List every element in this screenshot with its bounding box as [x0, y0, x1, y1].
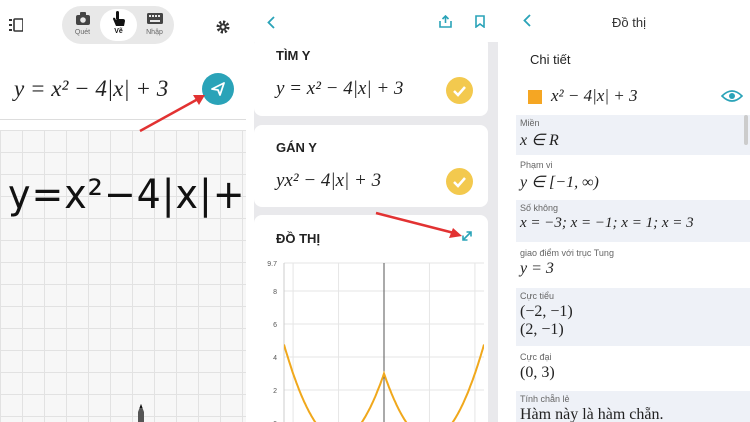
visibility-eye-icon[interactable]	[721, 89, 743, 103]
page-title: Đồ thị	[612, 15, 646, 30]
detail-label: Miền	[520, 118, 540, 128]
detail-row-maximum: Cực đại (0, 3)	[516, 349, 750, 389]
detail-row-parity: Tính chẵn lẻ Hàm này là hàm chẵn.	[516, 391, 750, 422]
handwritten-equation: y=x²−4|x|+3	[8, 172, 246, 218]
series-color-swatch	[528, 90, 542, 104]
details-heading: Chi tiết	[530, 52, 571, 67]
panel-divider	[498, 0, 508, 422]
detail-value: (−2, −1)	[520, 303, 573, 320]
y-tick-label: 8	[273, 289, 277, 296]
detail-value: x = −3; x = −1; x = 1; x = 3	[520, 215, 694, 231]
pen-tool-icon[interactable]	[137, 404, 145, 422]
scrollbar[interactable]	[744, 115, 748, 145]
detail-row-zeros: Số không x = −3; x = −1; x = 1; x = 3	[516, 200, 750, 242]
red-annotation-arrow	[139, 95, 205, 133]
detail-label: Phạm vi	[520, 160, 553, 170]
panel-divider	[246, 0, 254, 422]
detail-value: x ∈ R	[520, 132, 559, 149]
detail-value: y ∈ [−1, ∞)	[520, 174, 599, 191]
detail-label: Cực đại	[520, 352, 552, 362]
detail-label: Cực tiểu	[520, 291, 555, 301]
y-tick-label: 2	[273, 388, 277, 395]
red-annotation-arrow	[375, 211, 462, 238]
y-tick-label: 6	[273, 322, 277, 329]
detail-label: giao điểm với trục Tung	[520, 248, 614, 258]
detail-row-y-intercept: giao điểm với trục Tung y = 3	[516, 245, 750, 285]
detail-value: (2, −1)	[520, 321, 564, 338]
detail-row-domain: Miền x ∈ R	[516, 115, 750, 155]
y-tick-label: 4	[273, 355, 277, 362]
detail-label: Số không	[520, 203, 559, 213]
y-tick-label: 9.7	[267, 261, 277, 268]
detail-value: Hàm này là hàm chẵn.	[520, 406, 664, 422]
function-graph[interactable]: 9.786420	[254, 253, 488, 422]
detail-value: (0, 3)	[520, 364, 555, 381]
detail-row-range: Phạm vi y ∈ [−1, ∞)	[516, 157, 750, 197]
solution-steps-panel: TÌM Y y = x² − 4|x| + 3 GÁN Y yx² − 4|x|…	[254, 0, 498, 422]
detail-row-minimum: Cực tiểu (−2, −1) (2, −1)	[516, 288, 750, 346]
detail-label: Tính chẵn lẻ	[520, 394, 570, 404]
graph-details-panel: Đồ thị Chi tiết x² − 4|x| + 3 Miền x ∈ R …	[508, 0, 750, 422]
detail-value: y = 3	[520, 260, 554, 277]
drawing-input-panel: Quét Vẽ Nhập y = x² − 4|x| + 3 y=x²−4|x|…	[0, 0, 246, 422]
function-label: x² − 4|x| + 3	[551, 86, 638, 105]
